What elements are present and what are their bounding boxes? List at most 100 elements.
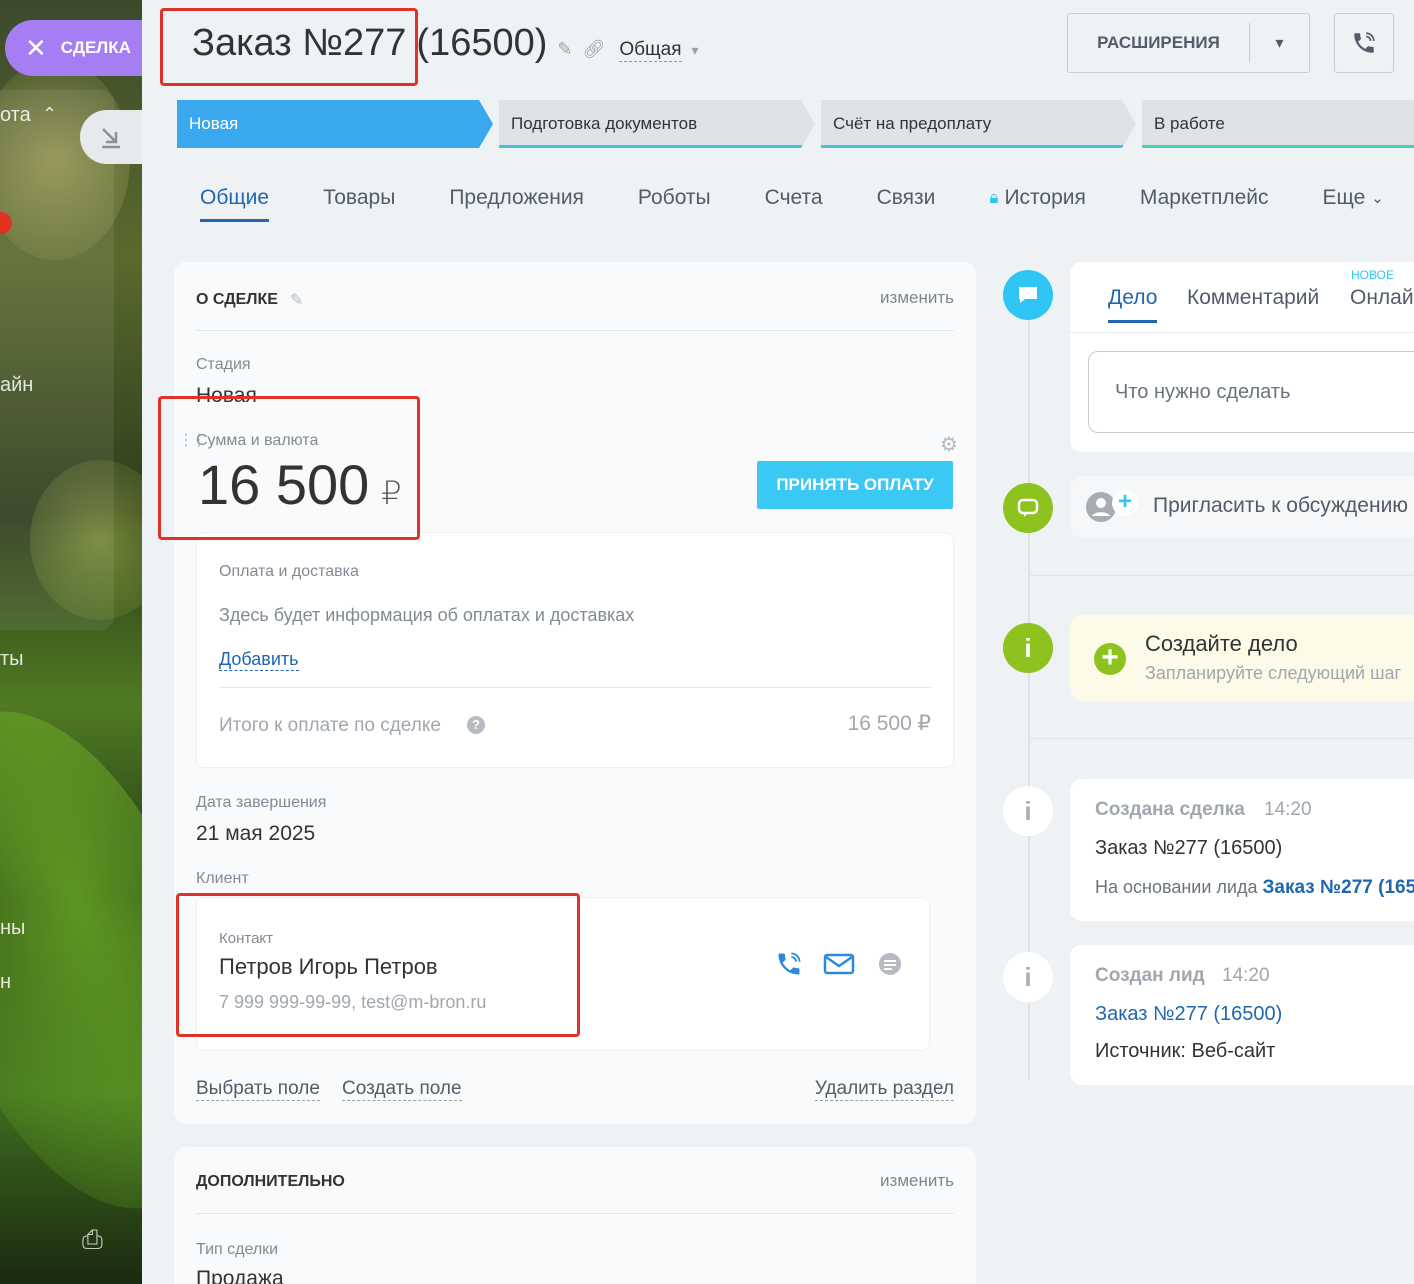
category-selector[interactable]: Общая [619,39,682,62]
event-source: На основании лида Заказ №277 (16500) [1095,877,1414,899]
tab-invoices[interactable]: Счета [765,186,823,222]
extensions-label: РАСШИРЕНИЯ [1068,23,1250,63]
total-value: 16 500 ₽ [847,712,931,735]
collapse-panel-button[interactable] [80,110,142,164]
stage-bar: Новая Подготовка документов Счёт на пред… [177,100,1414,148]
call-button[interactable] [1334,13,1394,73]
amount-field-label: Сумма и валюта [196,432,319,449]
stage-field-value: Новая [196,384,257,407]
timeline-tab-task[interactable]: Дело [1108,286,1158,323]
amount-value: 16 500 ₽ [198,453,402,516]
section-title: ДОПОЛНИТЕЛЬНО [196,1173,345,1190]
info-icon: i [1024,961,1032,992]
chat-icon[interactable] [877,952,903,978]
tab-marketplace[interactable]: Маркетплейс [1140,186,1269,222]
edit-section-link[interactable]: изменить [880,1171,954,1191]
page-title-suffix: (16500) [416,22,548,64]
page-title: Заказ №277 [192,22,407,64]
client-label: Клиент [196,870,249,887]
sidebar-fragment-5: н [0,971,12,993]
invite-card[interactable]: + Пригласить к обсуждению [1070,476,1414,538]
sidebar-fragment-2: айн [0,374,34,396]
chevron-down-icon[interactable]: ▾ [1250,33,1309,53]
create-task-subtitle: Запланируйте следующий шаг [1145,663,1402,683]
contact-details: 7 999 999-99-99, test@m-bron.ru [219,992,487,1012]
timeline-dot-invite [1003,483,1053,533]
help-icon[interactable]: ? [467,716,485,734]
deal-type-value: Продажа [196,1267,284,1284]
stage-field-label: Стадия [196,356,251,373]
extensions-button[interactable]: РАСШИРЕНИЯ ▾ [1067,13,1310,73]
accept-payment-button[interactable]: ПРИНЯТЬ ОПЛАТУ [757,461,953,509]
timeline-tab-comment[interactable]: Комментарий [1187,286,1319,310]
close-icon: ✕ [25,33,47,63]
tab-products[interactable]: Товары [323,186,395,222]
todo-input[interactable]: Что нужно сделать [1088,351,1414,433]
delete-section-link[interactable]: Удалить раздел [814,1078,954,1101]
stage-documents[interactable]: Подготовка документов [499,100,815,148]
create-task-title: Создайте дело [1145,631,1298,656]
chevron-up-icon[interactable]: ⌃ [42,104,57,125]
payment-delivery-box: Оплата и доставка Здесь будет информация… [196,532,954,768]
arrow-down-right-icon [102,128,120,149]
create-task-card[interactable]: + Создайте дело Запланируйте следующий ш… [1070,615,1414,701]
lead-link[interactable]: Заказ №277 (16500) [1262,877,1414,898]
link-icon[interactable]: 🔗︎ [582,39,605,60]
event-time: 14:20 [1222,965,1270,986]
new-badge: НОВОЕ [1351,268,1394,282]
event-time: 14:20 [1264,799,1312,820]
timeline-dot-comment [1003,270,1053,320]
printer-icon[interactable]: ⎙ [82,1224,103,1256]
close-date-label: Дата завершения [196,794,327,811]
tab-links[interactable]: Связи [877,186,936,222]
main-area: Заказ №277 (16500) ✎ 🔗︎ Общая ▾ РАСШИРЕН… [142,0,1414,1284]
event-card-deal-created: Создана сделка 14:20 Заказ №277 (16500) … [1070,779,1414,921]
tab-history[interactable]: 🔒︎ История [989,186,1085,222]
payment-title: Оплата и доставка [219,563,359,580]
contact-card: Контакт Петров Игорь Петров 7 999 999-99… [196,897,930,1051]
sidebar-fragment-3: ты [0,648,24,670]
plus-circle-icon: + [1094,643,1126,675]
tab-general[interactable]: Общие [200,186,270,222]
about-deal-card: О СДЕЛКЕ ✎ изменить Стадия Новая ⋮⋮ Сумм… [174,262,976,1124]
sidebar-fragment-4: ны [0,917,26,939]
invite-label: Пригласить к обсуждению [1153,494,1409,517]
info-icon: i [1024,795,1032,826]
plus-icon: + [1112,490,1138,516]
stage-in-progress[interactable]: В работе [1142,100,1414,148]
section-title: О СДЕЛКЕ [196,291,278,308]
timeline-dot-event: i [1003,786,1053,836]
timeline-editor-card: Дело Комментарий Онлайн НОВОЕ Что нужно … [1070,262,1414,452]
tab-robots[interactable]: Роботы [638,186,711,222]
phone-icon[interactable] [775,950,803,978]
chevron-down-icon[interactable]: ▾ [692,42,699,59]
close-date-value: 21 мая 2025 [196,822,316,845]
timeline-tab-online[interactable]: Онлайн [1350,286,1414,310]
stage-new[interactable]: Новая [177,100,493,148]
phone-icon [1354,32,1375,53]
tab-more[interactable]: Еще ⌄ [1323,186,1384,222]
stage-prepayment-invoice[interactable]: Счёт на предоплату [821,100,1136,148]
create-field-link[interactable]: Создать поле [342,1078,462,1101]
total-label: Итого к оплате по сделке [219,715,441,736]
contact-name[interactable]: Петров Игорь Петров [219,954,438,980]
pencil-icon[interactable]: ✎ [290,290,303,310]
deal-label: СДЕЛКА [60,38,131,57]
add-payment-link[interactable]: Добавить [219,649,299,671]
chat-bubble-icon [1017,498,1039,517]
sidebar-panel [0,90,114,630]
close-deal-button[interactable]: ✕ СДЕЛКА [5,20,142,76]
tab-offers[interactable]: Предложения [449,186,584,222]
pencil-icon[interactable]: ✎ [557,39,572,60]
info-icon: i [1024,632,1032,663]
message-icon [1019,287,1037,303]
gear-icon[interactable]: ⚙ [940,432,958,457]
event-source: Источник: Веб-сайт [1095,1040,1276,1062]
select-field-link[interactable]: Выбрать поле [196,1078,320,1101]
page-title-row: Заказ №277 (16500) ✎ 🔗︎ Общая ▾ [192,22,699,65]
lead-link[interactable]: Заказ №277 (16500) [1095,1003,1282,1026]
event-card-lead-created: Создан лид 14:20 Заказ №277 (16500) Исто… [1070,945,1414,1085]
payment-placeholder: Здесь будет информация об оплатах и дост… [219,605,635,625]
edit-section-link[interactable]: изменить [880,288,954,308]
mail-icon[interactable] [823,952,855,976]
